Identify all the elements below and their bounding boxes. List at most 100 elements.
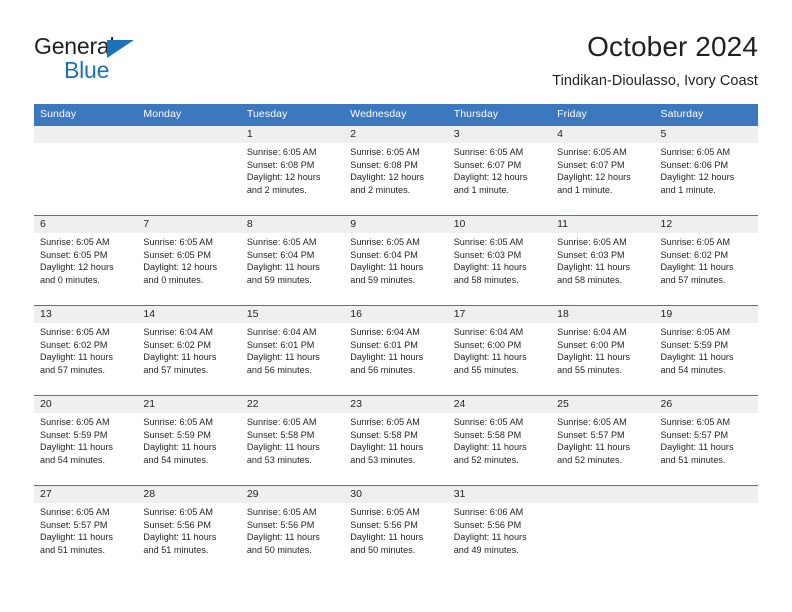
day-info-line: and 53 minutes. bbox=[246, 454, 312, 465]
day-number-band: 20 21 22 23 24 25 26 bbox=[34, 396, 758, 413]
day-info-line: Sunrise: 6:05 AM bbox=[557, 147, 627, 157]
weekday-header-row: Sunday Monday Tuesday Wednesday Thursday Frid… bbox=[34, 104, 758, 125]
day-number-5[interactable]: 5 bbox=[655, 126, 758, 143]
day-number-28[interactable]: 28 bbox=[137, 486, 240, 503]
day-info-line: and 49 minutes. bbox=[453, 544, 519, 555]
day-number-9[interactable]: 9 bbox=[344, 216, 447, 233]
day-cell-31[interactable]: Sunrise: 6:06 AM Sunset: 5:56 PM Daylight:… bbox=[448, 503, 551, 575]
day-number-21[interactable]: 21 bbox=[137, 396, 240, 413]
day-number-8[interactable]: 8 bbox=[241, 216, 344, 233]
day-cell-7[interactable]: Sunrise: 6:05 AM Sunset: 6:05 PM Daylight:… bbox=[137, 233, 240, 305]
day-cell-2[interactable]: Sunrise: 6:05 AM Sunset: 6:08 PM Daylight:… bbox=[344, 143, 447, 215]
day-number-20[interactable]: 20 bbox=[34, 396, 137, 413]
day-number-16[interactable]: 16 bbox=[344, 306, 447, 323]
day-number-29[interactable]: 29 bbox=[241, 486, 344, 503]
day-info-line: Sunrise: 6:04 AM bbox=[350, 327, 420, 337]
day-number-12[interactable]: 12 bbox=[655, 216, 758, 233]
day-info-line: and 56 minutes. bbox=[350, 364, 416, 375]
day-info-line: Sunrise: 6:05 AM bbox=[143, 507, 213, 517]
day-info-line: and 51 minutes. bbox=[143, 544, 209, 555]
day-info-line: Sunset: 6:02 PM bbox=[660, 249, 729, 260]
day-cell-20[interactable]: Sunrise: 6:05 AM Sunset: 5:59 PM Daylight:… bbox=[34, 413, 137, 485]
day-info-line: Daylight: 12 hours bbox=[660, 172, 735, 182]
day-cell-16[interactable]: Sunrise: 6:04 AM Sunset: 6:01 PM Daylight:… bbox=[344, 323, 447, 395]
page-header: General Blue October 2024 Tindikan-Dioul… bbox=[0, 0, 792, 104]
general-blue-logo: General Blue bbox=[34, 33, 264, 89]
day-cell-30[interactable]: Sunrise: 6:05 AM Sunset: 5:56 PM Daylight:… bbox=[344, 503, 447, 575]
day-number-4[interactable]: 4 bbox=[551, 126, 654, 143]
calendar-weeks: 1 2 3 4 5 Sunrise: 6:05 AM Sunset: 6:08 PM Dayl… bbox=[34, 125, 758, 575]
day-cell-9[interactable]: Sunrise: 6:05 AM Sunset: 6:04 PM Daylight:… bbox=[344, 233, 447, 305]
day-info-line: Sunset: 6:02 PM bbox=[143, 339, 211, 350]
calendar-table: Sunday Monday Tuesday Wednesday Thursday Frid… bbox=[34, 104, 758, 575]
day-cell-10[interactable]: Sunrise: 6:05 AM Sunset: 6:03 PM Daylight:… bbox=[448, 233, 551, 305]
day-cell-3[interactable]: Sunrise: 6:05 AM Sunset: 6:07 PM Daylight:… bbox=[448, 143, 551, 215]
day-cell-15[interactable]: Sunrise: 6:04 AM Sunset: 6:01 PM Daylight:… bbox=[241, 323, 344, 395]
day-number-14[interactable]: 14 bbox=[137, 306, 240, 323]
day-number-3[interactable]: 3 bbox=[448, 126, 551, 143]
day-number-17[interactable]: 17 bbox=[448, 306, 551, 323]
day-cell-11[interactable]: Sunrise: 6:05 AM Sunset: 6:03 PM Daylight:… bbox=[551, 233, 654, 305]
day-number-23[interactable]: 23 bbox=[344, 396, 447, 413]
day-info-line: Daylight: 11 hours bbox=[453, 262, 527, 272]
day-number-18[interactable]: 18 bbox=[551, 306, 654, 323]
day-number-6[interactable]: 6 bbox=[34, 216, 137, 233]
weekday-header-wednesday: Wednesday bbox=[350, 108, 407, 120]
weekday-header-saturday: Saturday bbox=[660, 108, 704, 120]
day-cell-24[interactable]: Sunrise: 6:05 AM Sunset: 5:58 PM Daylight:… bbox=[448, 413, 551, 485]
day-cell-18[interactable]: Sunrise: 6:04 AM Sunset: 6:00 PM Daylight:… bbox=[551, 323, 654, 395]
day-number-11[interactable]: 11 bbox=[551, 216, 654, 233]
day-cell-1[interactable]: Sunrise: 6:05 AM Sunset: 6:08 PM Daylight:… bbox=[241, 143, 344, 215]
day-cell-21[interactable]: Sunrise: 6:05 AM Sunset: 5:59 PM Daylight:… bbox=[137, 413, 240, 485]
day-info-line: Sunset: 6:05 PM bbox=[143, 249, 211, 260]
day-info-line: Sunset: 6:04 PM bbox=[350, 249, 418, 260]
day-info-line: Daylight: 11 hours bbox=[40, 442, 113, 452]
day-number-26[interactable]: 26 bbox=[655, 396, 758, 413]
day-info-line: and 52 minutes. bbox=[557, 454, 623, 465]
day-info-line: Daylight: 11 hours bbox=[350, 442, 424, 452]
day-number-27[interactable]: 27 bbox=[34, 486, 137, 503]
weekday-header-friday: Friday bbox=[557, 108, 587, 120]
day-number-22[interactable]: 22 bbox=[241, 396, 344, 413]
day-number-1[interactable]: 1 bbox=[241, 126, 344, 143]
day-cell-25[interactable]: Sunrise: 6:05 AM Sunset: 5:57 PM Daylight:… bbox=[551, 413, 654, 485]
day-number-7[interactable]: 7 bbox=[137, 216, 240, 233]
day-cell-29[interactable]: Sunrise: 6:05 AM Sunset: 5:56 PM Daylight:… bbox=[241, 503, 344, 575]
day-cell-6[interactable]: Sunrise: 6:05 AM Sunset: 6:05 PM Daylight:… bbox=[34, 233, 137, 305]
day-info-line: Sunset: 5:59 PM bbox=[143, 429, 211, 440]
day-cell-8[interactable]: Sunrise: 6:05 AM Sunset: 6:04 PM Daylight:… bbox=[241, 233, 344, 305]
day-number-empty bbox=[655, 486, 758, 503]
day-cell-26[interactable]: Sunrise: 6:05 AM Sunset: 5:57 PM Daylight:… bbox=[655, 413, 758, 485]
day-info-line: Sunset: 5:56 PM bbox=[453, 519, 522, 530]
day-cell-27[interactable]: Sunrise: 6:05 AM Sunset: 5:57 PM Daylight:… bbox=[34, 503, 137, 575]
day-info-line: Sunrise: 6:05 AM bbox=[40, 327, 110, 337]
day-cell-14[interactable]: Sunrise: 6:04 AM Sunset: 6:02 PM Daylight:… bbox=[137, 323, 240, 395]
day-cell-23[interactable]: Sunrise: 6:05 AM Sunset: 5:58 PM Daylight:… bbox=[344, 413, 447, 485]
day-info-line: Sunrise: 6:05 AM bbox=[660, 417, 731, 427]
day-number-15[interactable]: 15 bbox=[241, 306, 344, 323]
day-info-line: and 57 minutes. bbox=[40, 364, 106, 375]
day-cell-19[interactable]: Sunrise: 6:05 AM Sunset: 5:59 PM Daylight:… bbox=[655, 323, 758, 395]
day-cell-4[interactable]: Sunrise: 6:05 AM Sunset: 6:07 PM Daylight:… bbox=[551, 143, 654, 215]
day-info-line: Sunrise: 6:05 AM bbox=[40, 237, 110, 247]
day-number-31[interactable]: 31 bbox=[448, 486, 551, 503]
day-number-13[interactable]: 13 bbox=[34, 306, 137, 323]
day-info-line: Sunset: 6:02 PM bbox=[40, 339, 108, 350]
day-cell-5[interactable]: Sunrise: 6:05 AM Sunset: 6:06 PM Daylight:… bbox=[655, 143, 758, 215]
day-number-30[interactable]: 30 bbox=[344, 486, 447, 503]
day-cell-17[interactable]: Sunrise: 6:04 AM Sunset: 6:00 PM Daylight:… bbox=[448, 323, 551, 395]
day-cell-22[interactable]: Sunrise: 6:05 AM Sunset: 5:58 PM Daylight:… bbox=[241, 413, 344, 485]
logo-text-blue: Blue bbox=[64, 57, 110, 83]
day-info-line: Sunrise: 6:05 AM bbox=[40, 417, 110, 427]
day-number-19[interactable]: 19 bbox=[655, 306, 758, 323]
day-number-10[interactable]: 10 bbox=[448, 216, 551, 233]
day-number-25[interactable]: 25 bbox=[551, 396, 654, 413]
day-cell-13[interactable]: Sunrise: 6:05 AM Sunset: 6:02 PM Daylight:… bbox=[34, 323, 137, 395]
day-info-line: Sunset: 6:08 PM bbox=[246, 159, 315, 170]
day-number-2[interactable]: 2 bbox=[344, 126, 447, 143]
day-info-line: Sunrise: 6:05 AM bbox=[350, 147, 420, 157]
day-info-line: and 56 minutes. bbox=[246, 364, 312, 375]
day-cell-28[interactable]: Sunrise: 6:05 AM Sunset: 5:56 PM Daylight:… bbox=[137, 503, 240, 575]
day-number-24[interactable]: 24 bbox=[448, 396, 551, 413]
day-cell-12[interactable]: Sunrise: 6:05 AM Sunset: 6:02 PM Daylight:… bbox=[655, 233, 758, 305]
